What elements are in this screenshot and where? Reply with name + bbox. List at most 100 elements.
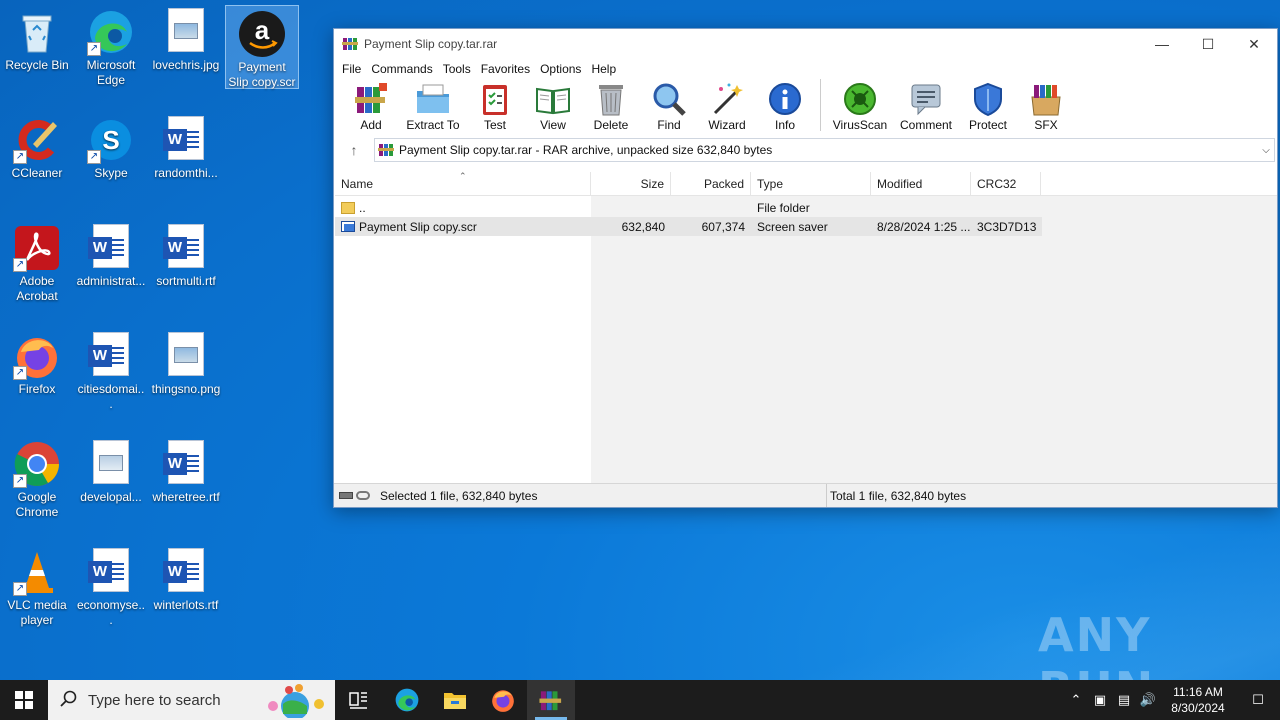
toolbar-protect-button[interactable]: Protect: [959, 79, 1017, 132]
toolbar-label: Find: [657, 118, 681, 132]
desktop-icon-vlc[interactable]: VLC media player: [0, 544, 74, 628]
toolbar-virusscan-button[interactable]: VirusScan: [827, 79, 893, 132]
column-label: Name: [341, 177, 374, 191]
desktop-icon-label: Microsoft Edge: [86, 58, 136, 87]
toolbar-test-button[interactable]: Test: [466, 79, 524, 132]
file-list[interactable]: Name ⌃ Size Packed Type Modified CRC32 ..…: [335, 171, 1277, 484]
meet-now-icon[interactable]: ▣: [1088, 692, 1112, 708]
desktop-icon-randomthi[interactable]: W randomthi...: [149, 112, 223, 181]
taskbar: Type here to search ⌃ ▣ ▤ 🔊 11:16 AM 8/3…: [0, 680, 1280, 720]
toolbar-sfx-button[interactable]: SFX: [1017, 79, 1075, 132]
toolbar-delete-button[interactable]: Delete: [582, 79, 640, 132]
up-arrow-icon[interactable]: ↑: [334, 142, 374, 158]
toolbar-label: Extract To: [406, 118, 460, 132]
amazon-logo-icon: a: [238, 10, 286, 58]
search-highlight-icon: [259, 682, 331, 720]
desktop-icon-wheretree[interactable]: W wheretree.rtf: [149, 436, 223, 505]
column-header-size[interactable]: Size: [591, 172, 671, 196]
toolbar-comment-button[interactable]: Comment: [893, 79, 959, 132]
chevron-down-icon[interactable]: ⌵: [1258, 145, 1274, 156]
word-document-icon: W: [87, 548, 135, 596]
toolbar-label: Test: [483, 118, 506, 132]
maximize-button[interactable]: ☐: [1185, 29, 1231, 59]
toolbar-find-button[interactable]: Find: [640, 79, 698, 132]
column-header-modified[interactable]: Modified: [871, 172, 971, 196]
taskbar-winrar[interactable]: [527, 680, 575, 720]
column-header-packed[interactable]: Packed: [671, 172, 751, 196]
column-header-crc32[interactable]: CRC32: [971, 172, 1041, 196]
delete-trash-icon: [593, 81, 629, 117]
toolbar-add-button[interactable]: Add: [342, 79, 400, 132]
desktop-icon-label: thingsno.png: [151, 382, 221, 396]
table-row[interactable]: .. File folder: [335, 198, 1042, 217]
menu-file[interactable]: File: [337, 62, 366, 76]
toolbar-label: Delete: [593, 118, 629, 132]
desktop-icon-adobe-acrobat[interactable]: Adobe Acrobat: [0, 220, 74, 304]
file-crc: 3C3D7D13: [977, 219, 1037, 234]
network-icon[interactable]: ▤: [1112, 692, 1136, 708]
desktop-icon-sortmulti[interactable]: W sortmulti.rtf: [149, 220, 223, 289]
desktop-icon-firefox[interactable]: Firefox: [0, 328, 74, 397]
desktop-icon-lovechris[interactable]: lovechris.jpg: [149, 4, 223, 73]
rar-archive-icon: [378, 142, 394, 158]
clock-date: 8/30/2024: [1171, 701, 1225, 715]
desktop-icon-winterlots[interactable]: W winterlots.rtf: [149, 544, 223, 613]
toolbar-label: Comment: [899, 118, 952, 132]
menu-commands[interactable]: Commands: [366, 62, 437, 76]
taskbar-file-explorer[interactable]: [431, 680, 479, 720]
address-combobox[interactable]: Payment Slip copy.tar.rar - RAR archive,…: [374, 138, 1275, 162]
taskbar-search-box[interactable]: Type here to search: [48, 680, 335, 720]
key-icon: [356, 491, 370, 500]
toolbar-wizard-button[interactable]: Wizard: [698, 79, 756, 132]
desktop-icon-label: administrat...: [76, 274, 146, 288]
word-document-icon: W: [162, 224, 210, 272]
minimize-button[interactable]: —: [1139, 29, 1185, 59]
file-name: ..: [359, 200, 366, 215]
desktop-icon-microsoft-edge[interactable]: Microsoft Edge: [74, 4, 148, 88]
volume-icon[interactable]: 🔊: [1136, 692, 1160, 708]
table-row-selected[interactable]: Payment Slip copy.scr 632,840 607,374 Sc…: [335, 217, 1042, 236]
toolbar-extract-button[interactable]: Extract To: [400, 79, 466, 132]
column-label: Modified: [877, 177, 923, 191]
menu-help[interactable]: Help: [586, 62, 621, 76]
title-bar[interactable]: Payment Slip copy.tar.rar — ☐ ✕: [334, 29, 1277, 59]
desktop-icon-payment-slip[interactable]: a Payment Slip copy.scr: [225, 5, 299, 89]
desktop-icon-ccleaner[interactable]: CCleaner: [0, 112, 74, 181]
desktop-icon-administrat[interactable]: W administrat...: [74, 220, 148, 289]
desktop-icon-citiesdomai[interactable]: W citiesdomai...: [74, 328, 148, 412]
column-header-type[interactable]: Type: [751, 172, 871, 196]
menu-tools[interactable]: Tools: [438, 62, 476, 76]
desktop-icon-thingsno[interactable]: thingsno.png: [149, 328, 223, 397]
task-view-button[interactable]: [335, 680, 383, 720]
desktop-icon-google-chrome[interactable]: Google Chrome: [0, 436, 74, 520]
start-button[interactable]: [0, 680, 48, 720]
desktop-icon-label: Adobe Acrobat: [16, 274, 58, 303]
column-header-name[interactable]: Name ⌃: [335, 171, 591, 196]
window-title: Payment Slip copy.tar.rar: [364, 37, 498, 51]
desktop-icon-label: winterlots.rtf: [153, 598, 219, 612]
file-packed: 607,374: [701, 219, 745, 234]
chevron-up-icon[interactable]: ⌃: [1064, 692, 1088, 708]
test-clipboard-icon: [477, 81, 513, 117]
desktop-icon-developal[interactable]: developal...: [74, 436, 148, 505]
taskbar-edge[interactable]: [383, 680, 431, 720]
desktop-icon-economyse[interactable]: W economyse...: [74, 544, 148, 628]
taskbar-firefox[interactable]: [479, 680, 527, 720]
clock[interactable]: 11:16 AM 8/30/2024: [1160, 684, 1236, 716]
toolbar-info-button[interactable]: Info: [756, 79, 814, 132]
menu-favorites[interactable]: Favorites: [476, 62, 535, 76]
image-file-icon: [162, 8, 210, 56]
close-button[interactable]: ✕: [1231, 29, 1277, 59]
desktop-icon-recycle-bin[interactable]: Recycle Bin: [0, 4, 74, 73]
vlc-cone-icon: [13, 548, 61, 596]
edge-icon: [87, 8, 135, 56]
desktop-icon-skype[interactable]: S Skype: [74, 112, 148, 181]
svg-text:a: a: [255, 15, 270, 45]
info-icon: [767, 81, 803, 117]
toolbar-view-button[interactable]: View: [524, 79, 582, 132]
image-file-icon: [162, 332, 210, 380]
menu-options[interactable]: Options: [535, 62, 586, 76]
watermark-text: ANY RUN: [1038, 608, 1153, 680]
desktop-icon-label: CCleaner: [11, 166, 63, 180]
notification-icon[interactable]: ☐: [1236, 692, 1280, 708]
